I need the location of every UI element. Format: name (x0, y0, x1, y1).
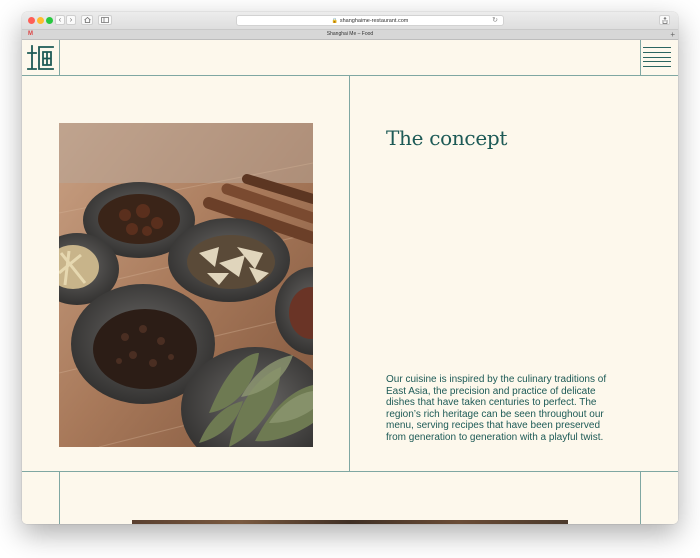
url-text: shanghaime-restaurant.com (339, 17, 409, 24)
sidebar-button[interactable] (98, 15, 112, 25)
web-page: The concept Our cuisine is inspired by t… (22, 40, 678, 524)
browser-toolbar: ‹ › 🔒 shanghaime-restaurant.com ↻ (22, 12, 678, 30)
home-button[interactable] (81, 15, 93, 25)
lock-icon: 🔒 (331, 17, 338, 24)
header-divider (22, 75, 678, 76)
sidebar-icon (101, 17, 109, 23)
concept-heading: The concept (386, 126, 508, 150)
close-window-button[interactable] (28, 17, 35, 24)
section-divider (22, 471, 678, 472)
share-button[interactable] (659, 15, 670, 25)
logo-divider (59, 40, 60, 76)
menu-line (643, 61, 671, 63)
tab-bar: M Shanghai Me – Food + (22, 30, 678, 40)
menu-line (643, 51, 671, 53)
back-button[interactable]: ‹ (55, 15, 65, 25)
active-tab-title[interactable]: Shanghai Me – Food (22, 31, 678, 38)
reload-icon[interactable]: ↻ (492, 16, 498, 24)
menu-button[interactable] (643, 45, 671, 69)
forward-button[interactable]: › (66, 15, 76, 25)
shanghai-me-logo-icon[interactable] (25, 43, 55, 71)
menu-line (643, 66, 671, 67)
concept-paragraph: Our cuisine is inspired by the culinary … (386, 374, 607, 443)
menu-line (643, 47, 671, 48)
chevron-right-icon: › (69, 15, 73, 24)
new-tab-button[interactable]: + (670, 30, 675, 39)
chevron-left-icon: ‹ (58, 15, 62, 24)
next-section-photo (132, 520, 568, 524)
minimize-window-button[interactable] (37, 17, 44, 24)
browser-window: ‹ › 🔒 shanghaime-restaurant.com ↻ M Shan… (22, 12, 678, 524)
address-bar[interactable]: 🔒 shanghaime-restaurant.com ↻ (236, 15, 504, 26)
menu-divider (640, 40, 641, 76)
right-rule (640, 472, 641, 524)
left-rule (59, 472, 60, 524)
home-icon (83, 17, 91, 23)
share-icon (662, 16, 667, 24)
zoom-window-button[interactable] (46, 17, 53, 24)
menu-line (643, 56, 671, 58)
spices-photo (59, 123, 313, 447)
center-divider (349, 76, 350, 471)
